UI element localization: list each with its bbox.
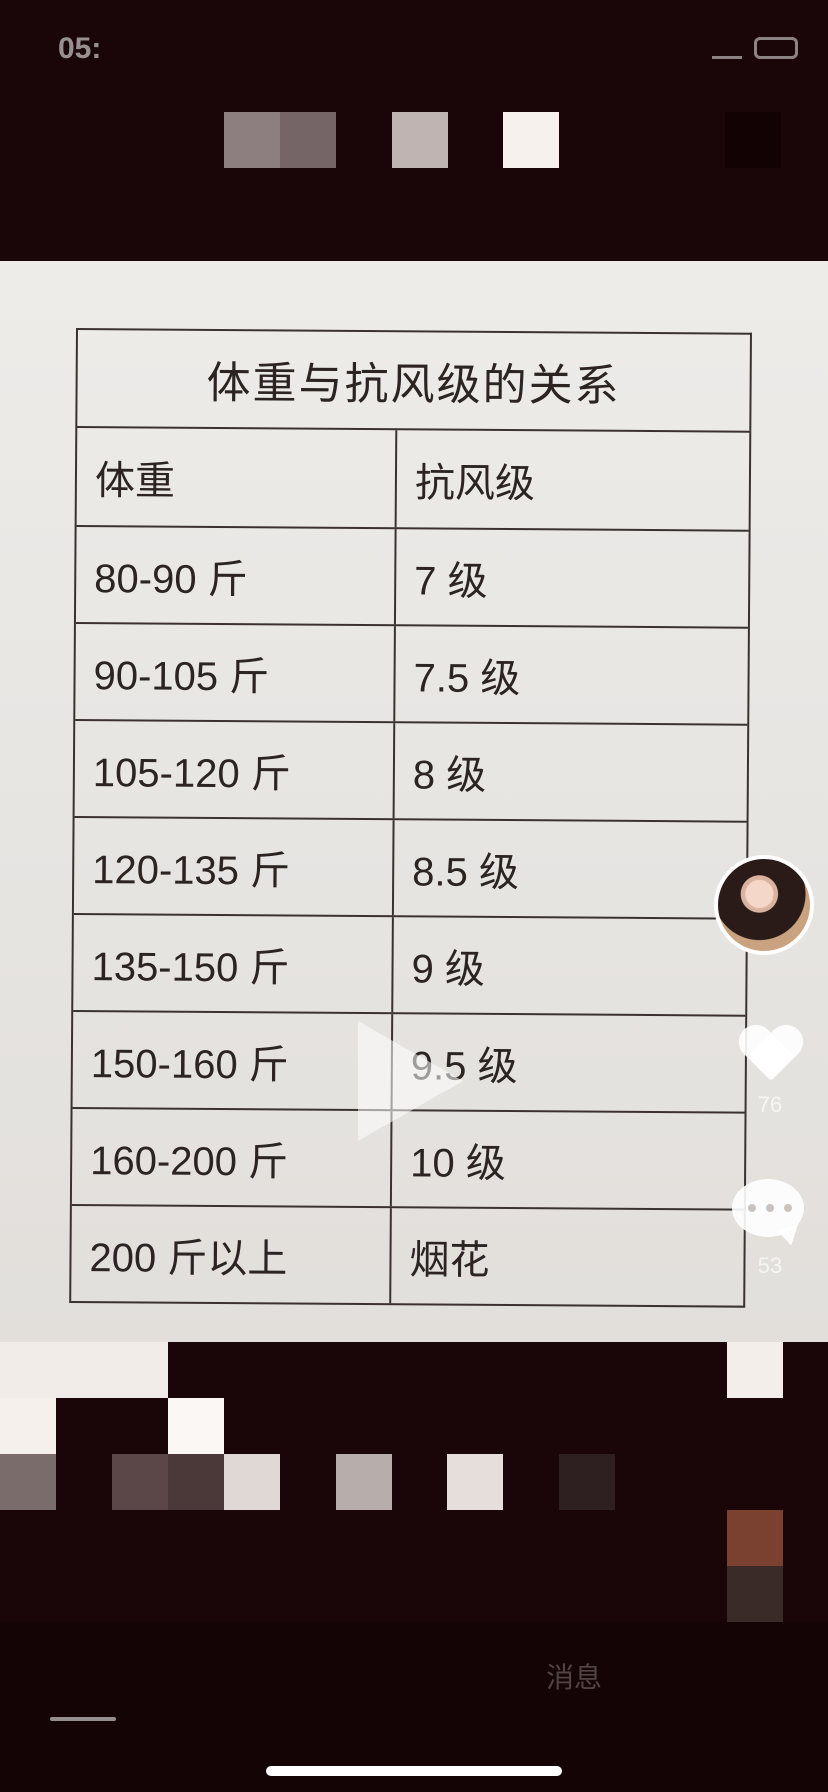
- table-row: 135-150 斤 9 级: [73, 912, 746, 1015]
- table-row: 80-90 斤 7 级: [75, 525, 749, 627]
- author-avatar[interactable]: [714, 855, 814, 955]
- table-row: 105-120 斤 8 级: [74, 719, 748, 821]
- comment-icon-dots: [748, 1204, 792, 1212]
- like-count: 76: [757, 1092, 783, 1117]
- table-title: 体重与抗风级的关系: [206, 357, 621, 412]
- pixel-block: [559, 1454, 615, 1510]
- table-title-row: 体重与抗风级的关系: [75, 328, 752, 431]
- pixel-block: [224, 112, 280, 168]
- video-frame[interactable]: 体重与抗风级的关系 体重 抗风级 80-90 斤 7 级 90-105 斤 7.…: [0, 261, 828, 1342]
- status-time: 05:: [58, 32, 102, 65]
- pixel-block: [0, 1454, 56, 1510]
- pixel-block: [168, 1398, 224, 1454]
- weight-cell: 120-135 斤: [73, 818, 395, 916]
- table-row: 200 斤以上 烟花: [71, 1203, 744, 1306]
- level-cell: 8.5 级: [412, 849, 520, 895]
- level-cell: 7 级: [414, 558, 488, 604]
- table-row: 90-105 斤 7.5 级: [75, 622, 748, 724]
- weight-wind-table: 体重与抗风级的关系 体重 抗风级 80-90 斤 7 级 90-105 斤 7.…: [69, 328, 752, 1308]
- pixel-block: [392, 112, 448, 168]
- heart-icon: [738, 1026, 802, 1086]
- bottom-nav: 消息: [0, 1622, 828, 1792]
- pixel-block: [727, 1566, 783, 1622]
- level-cell: 烟花: [409, 1237, 490, 1283]
- weight-cell: 135-150 斤: [73, 914, 394, 1013]
- header-level: 抗风级: [414, 460, 536, 506]
- weight-cell: 160-200 斤: [71, 1108, 393, 1207]
- weight-cell: 200 斤以上: [71, 1205, 392, 1304]
- nav-messages[interactable]: 消息: [546, 1656, 602, 1696]
- comment-count: 53: [757, 1253, 783, 1278]
- pixel-block: [0, 1398, 56, 1454]
- pixel-block: [727, 1510, 783, 1566]
- weight-cell: 90-105 斤: [75, 624, 396, 722]
- like-button[interactable]: 76: [730, 1020, 810, 1120]
- level-cell: 8 级: [412, 752, 487, 798]
- pixel-block: [447, 1454, 503, 1510]
- pixel-block: [725, 112, 781, 168]
- weight-cell: 80-90 斤: [75, 527, 397, 625]
- table-grid: 体重 抗风级 80-90 斤 7 级 90-105 斤 7.5 级 105-12…: [69, 425, 752, 1308]
- pixel-block: [112, 1454, 168, 1510]
- weight-cell: 105-120 斤: [74, 721, 396, 819]
- pixel-block: [224, 1454, 280, 1510]
- header-weight: 体重: [76, 428, 398, 528]
- home-indicator[interactable]: [266, 1766, 562, 1776]
- status-icons: [712, 36, 798, 59]
- pixel-block: [727, 1342, 783, 1398]
- pixel-block: [336, 1454, 392, 1510]
- pixel-block: [503, 112, 559, 168]
- table-header-row: 体重 抗风级: [76, 428, 750, 530]
- table-row: 120-135 斤 8.5 级: [73, 816, 747, 918]
- battery-icon: [754, 36, 798, 59]
- pixel-block: [280, 112, 336, 168]
- signal-icon: [712, 36, 742, 59]
- pixel-block: [0, 1342, 168, 1398]
- status-bar: 05:: [0, 0, 828, 100]
- weight-cell: 150-160 斤: [72, 1011, 394, 1110]
- level-cell: 7.5 级: [413, 655, 521, 701]
- comment-button[interactable]: 53: [730, 1175, 810, 1285]
- nav-back-indicator: [50, 1717, 116, 1721]
- play-icon[interactable]: [358, 1021, 463, 1141]
- level-cell: 9 级: [411, 946, 486, 992]
- pixel-block: [168, 1454, 224, 1510]
